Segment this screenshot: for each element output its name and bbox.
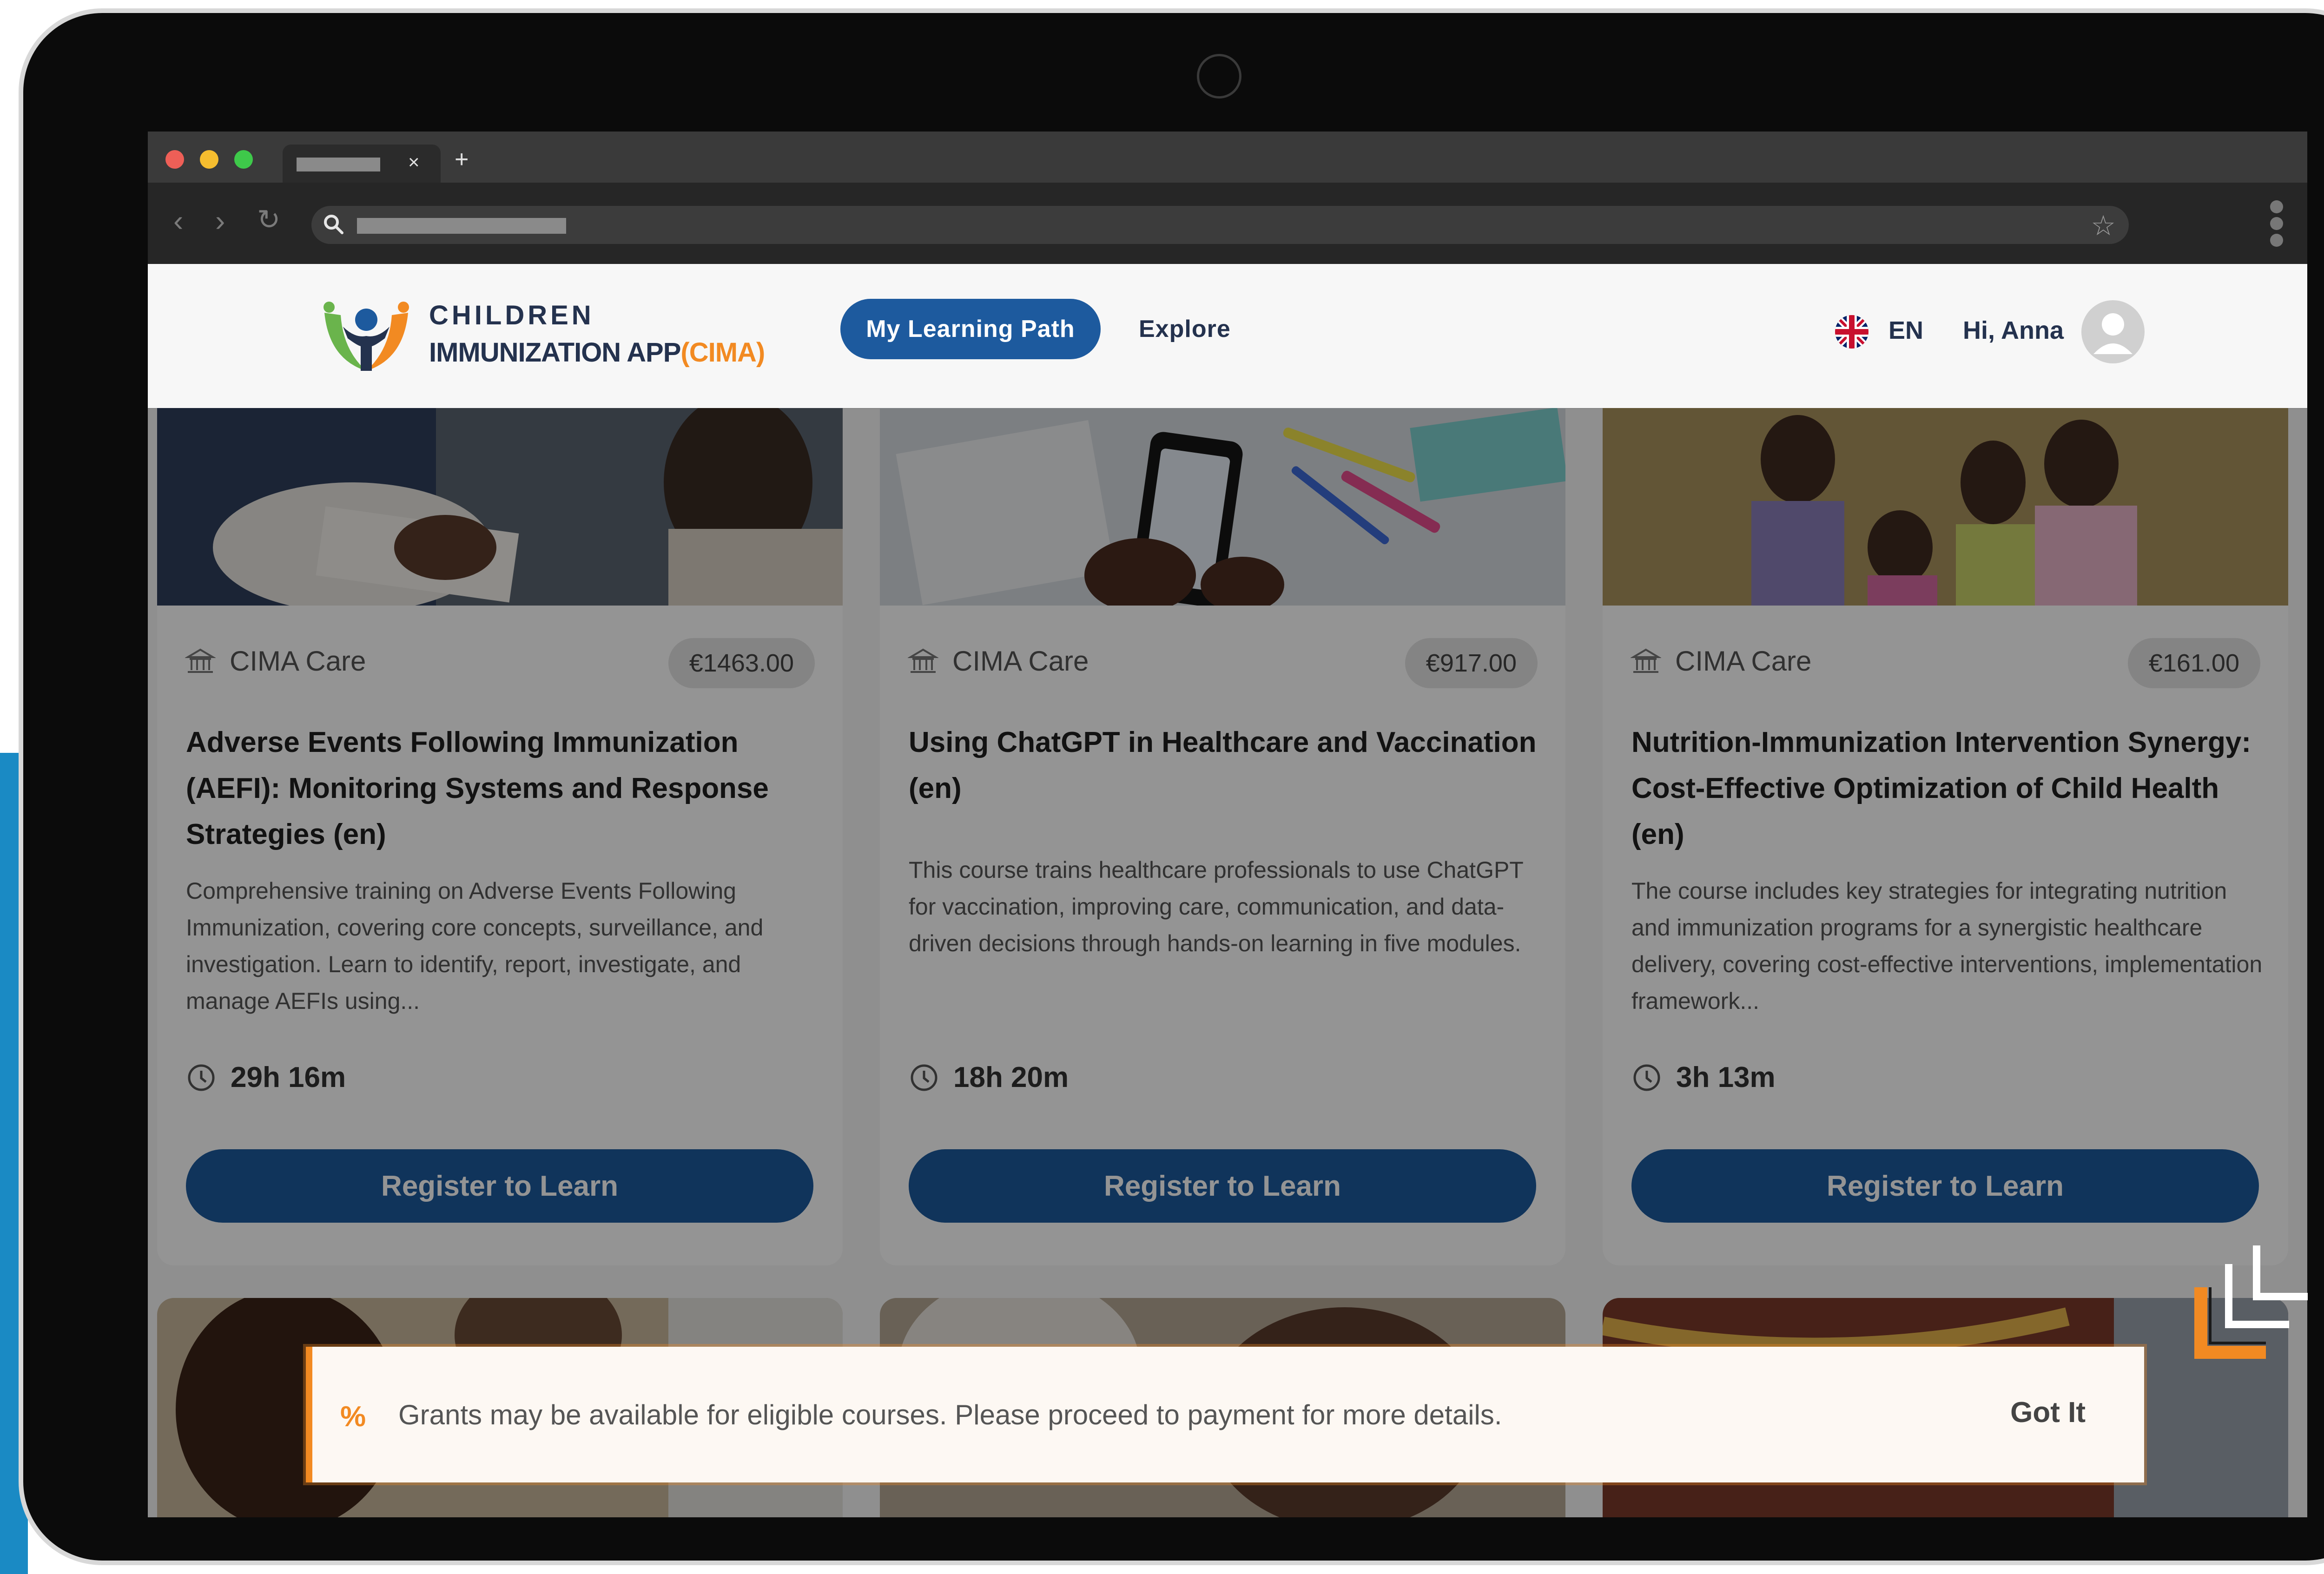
collapse-arrow-icon [2194, 1245, 2308, 1359]
browser-menu-icon[interactable] [2270, 200, 2284, 250]
nav-explore[interactable]: Explore [1139, 315, 1231, 343]
user-avatar-icon [2093, 313, 2133, 354]
user-greeting[interactable]: Hi, Anna [1963, 316, 2064, 345]
language-selector[interactable]: EN [1888, 316, 1923, 345]
window-close-button[interactable] [165, 150, 184, 169]
laptop-frame: × + ‹ › ↻ ☆ CHILDREN IMMUNIZATION APP(CI… [23, 13, 2324, 1561]
logo-accent-text: (CIMA) [680, 337, 765, 368]
search-icon [324, 215, 343, 234]
notification-message: Grants may be available for eligible cou… [398, 1399, 1502, 1430]
window-minimize-button[interactable] [200, 150, 218, 169]
new-tab-icon[interactable]: + [455, 147, 469, 171]
window-maximize-button[interactable] [234, 150, 253, 169]
back-icon[interactable]: ‹ [173, 206, 183, 236]
logo-text-line2: IMMUNIZATION APP(CIMA) [429, 337, 765, 368]
forward-icon[interactable]: › [215, 206, 225, 236]
browser-toolbar: ‹ › ↻ ☆ [148, 183, 2307, 264]
avatar[interactable] [2081, 300, 2145, 363]
screen: × + ‹ › ↻ ☆ CHILDREN IMMUNIZATION APP(CI… [148, 132, 2307, 1517]
cima-logo[interactable]: CHILDREN IMMUNIZATION APP(CIMA) [315, 294, 765, 382]
web-page: CHILDREN IMMUNIZATION APP(CIMA) My Learn… [148, 264, 2307, 1517]
logo-app-name: IMMUNIZATION APP [429, 337, 681, 368]
grant-notification-banner: % Grants may be available for eligible c… [306, 1347, 2144, 1482]
browser-tab[interactable]: × [283, 145, 441, 183]
site-header: CHILDREN IMMUNIZATION APP(CIMA) My Learn… [148, 264, 2307, 409]
address-bar[interactable]: ☆ [311, 206, 2129, 244]
tab-title-placeholder [297, 158, 380, 171]
browser-tab-bar: × + [148, 132, 2307, 183]
url-placeholder [357, 218, 566, 234]
nav-my-learning-path[interactable]: My Learning Path [840, 299, 1101, 359]
uk-flag-icon[interactable] [1835, 315, 1868, 349]
reload-icon[interactable]: ↻ [257, 206, 280, 234]
percent-icon: % [340, 1401, 366, 1433]
logo-text-line1: CHILDREN [429, 300, 594, 330]
camera-icon [1197, 54, 1241, 99]
logo-mark-icon [324, 302, 409, 371]
bookmark-star-icon[interactable]: ☆ [2091, 210, 2116, 242]
got-it-button[interactable]: Got It [2007, 1396, 2088, 1429]
tab-close-icon[interactable]: × [408, 151, 420, 173]
